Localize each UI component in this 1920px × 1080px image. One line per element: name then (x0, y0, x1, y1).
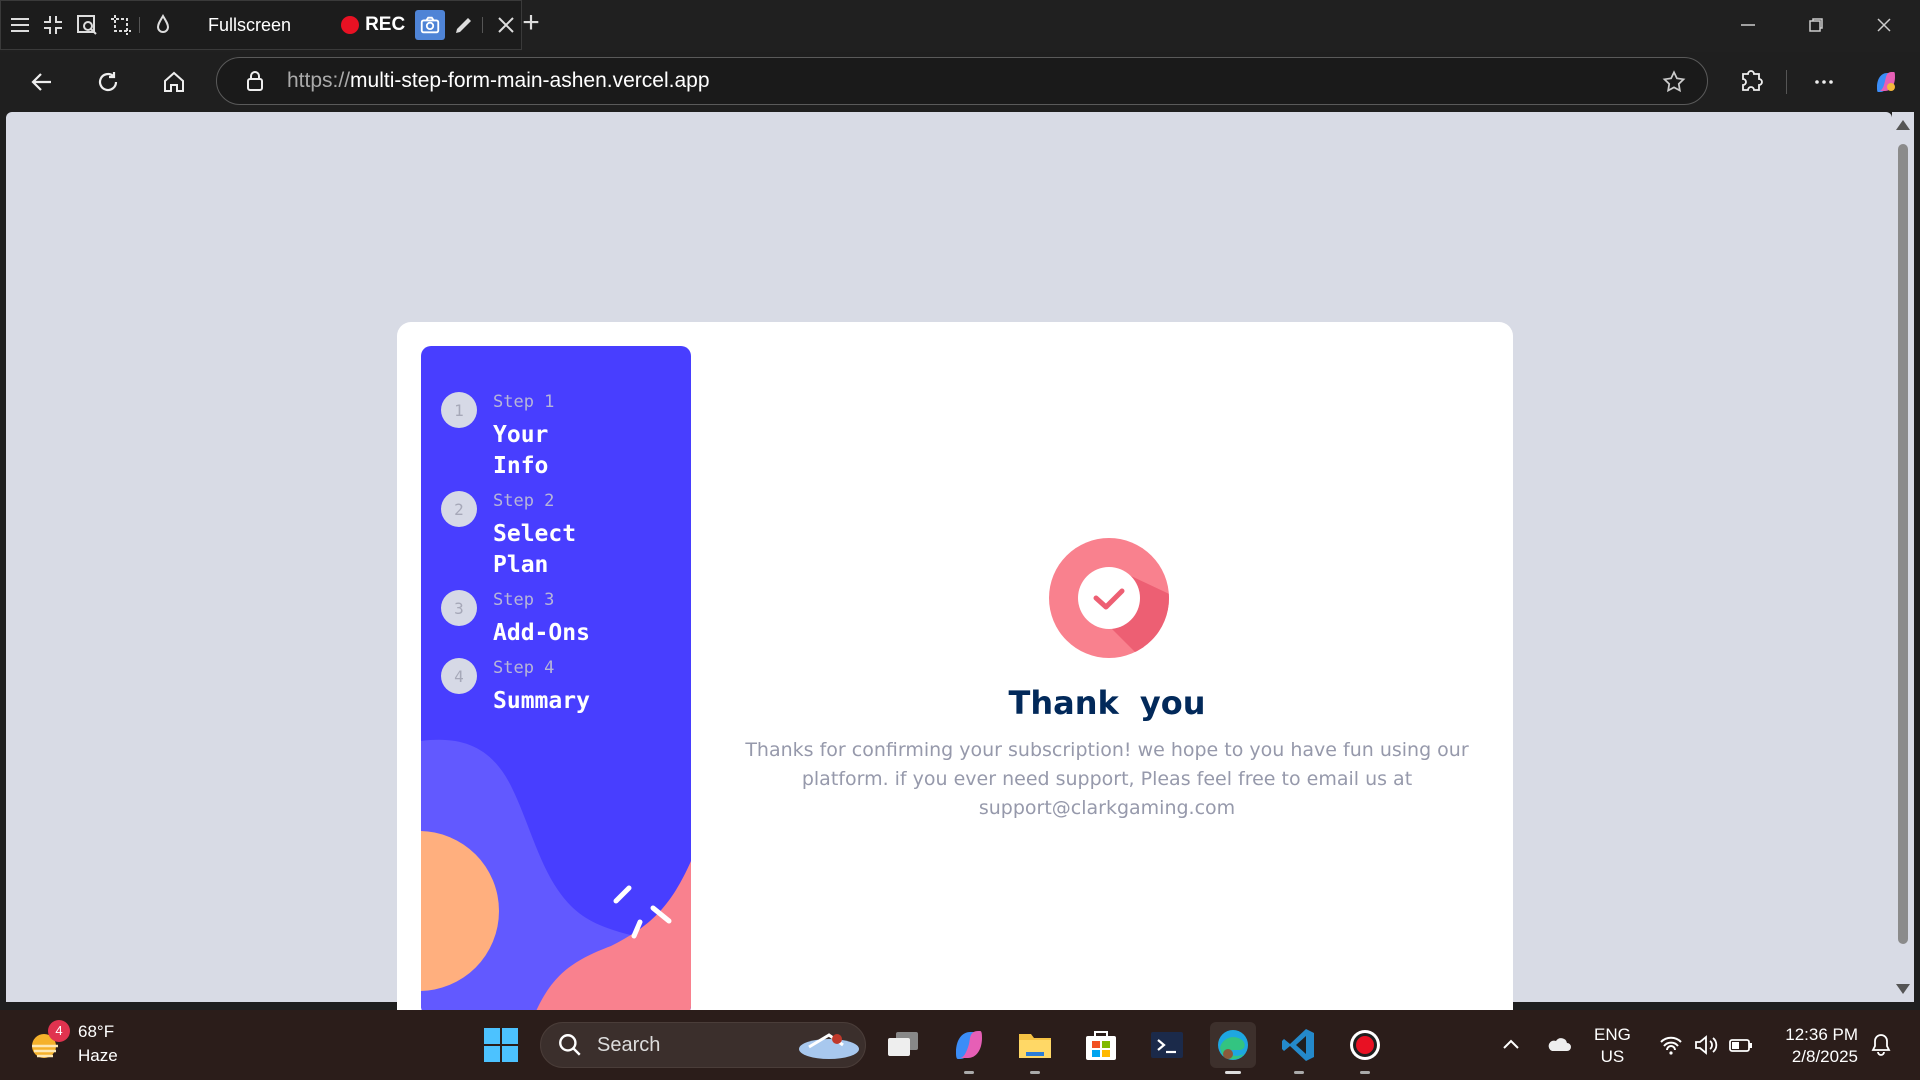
record-dot-icon (341, 16, 360, 34)
vscode-icon[interactable] (1276, 1022, 1322, 1074)
favorite-star-icon[interactable] (1661, 69, 1687, 95)
search-icon (559, 1034, 581, 1056)
extensions-icon[interactable] (1732, 62, 1772, 102)
screen-recorder-toolbar: Fullscreen REC (0, 0, 522, 50)
scrollbar-thumb[interactable] (1898, 144, 1908, 944)
language-code: ENG (1594, 1025, 1631, 1044)
weather-description: Haze (78, 1046, 118, 1065)
steps-sidebar: 1 Step 1 Your Info 2 Step 2 Select Plan … (421, 346, 691, 1016)
menu-icon[interactable] (5, 10, 35, 40)
copilot-app-icon[interactable] (946, 1022, 992, 1074)
step-label-1: Step 1 (493, 392, 555, 412)
microsoft-store-icon[interactable] (1078, 1022, 1124, 1068)
search-label: Search (597, 1033, 661, 1056)
crop-icon[interactable] (106, 10, 136, 40)
volume-icon[interactable] (1692, 1032, 1718, 1058)
restore-icon[interactable] (1796, 10, 1836, 40)
checkmark-icon (1049, 538, 1169, 658)
step-label-3: Step 3 (493, 590, 555, 610)
wifi-icon[interactable] (1658, 1032, 1684, 1058)
drop-icon[interactable] (148, 10, 178, 40)
haze-weather-icon: 4 (28, 1020, 70, 1062)
step-label-4: Step 4 (493, 658, 555, 678)
region-code: US (1600, 1047, 1625, 1066)
collapse-icon[interactable] (39, 10, 69, 40)
toolbar-divider (1786, 70, 1787, 94)
multi-step-form-card: 1 Step 1 Your Info 2 Step 2 Select Plan … (397, 322, 1513, 1040)
home-icon[interactable] (154, 62, 194, 102)
minimize-icon[interactable] (1728, 10, 1768, 40)
step-item-2: 2 Step 2 Select Plan (441, 479, 613, 581)
close-recorder-icon[interactable] (491, 10, 521, 40)
address-bar[interactable]: https://multi-step-form-main-ashen.verce… (216, 57, 1708, 105)
more-options-icon[interactable] (1804, 62, 1844, 102)
thank-you-heading: Thank you (1008, 684, 1206, 722)
task-view-icon[interactable] (880, 1022, 926, 1068)
step-number-2: 2 (441, 491, 477, 527)
weather-widget[interactable]: 4 68°F Haze (28, 1020, 118, 1068)
edge-browser-icon[interactable] (1210, 1022, 1256, 1074)
scroll-down-arrow-icon[interactable] (1896, 984, 1910, 994)
terminal-icon[interactable] (1144, 1022, 1190, 1068)
step-number-1: 1 (441, 392, 477, 428)
active-indicator (1225, 1071, 1241, 1074)
running-indicator (964, 1071, 974, 1074)
step-title-2: Select Plan (493, 521, 577, 578)
battery-icon[interactable] (1728, 1032, 1754, 1058)
close-window-icon[interactable] (1864, 10, 1904, 40)
system-clock[interactable]: 12:36 PM 2/8/2025 (1772, 1024, 1858, 1068)
step-title-1: Your Info (493, 422, 549, 479)
record-button[interactable]: REC (341, 14, 405, 36)
lock-icon[interactable] (243, 69, 267, 93)
step-item-4: 4 Step 4 Summary (441, 646, 673, 717)
copilot-icon[interactable] (1866, 62, 1906, 102)
windows-start-icon[interactable] (482, 1026, 520, 1064)
thank-you-panel: Thank you Thanks for confirming your sub… (727, 322, 1487, 1040)
running-indicator (1294, 1071, 1304, 1074)
page-viewport: 1 Step 1 Your Info 2 Step 2 Select Plan … (6, 112, 1892, 1040)
chevron-up-icon[interactable] (1498, 1032, 1524, 1058)
thank-you-message: Thanks for confirming your subscription!… (745, 739, 1469, 819)
refresh-icon[interactable] (88, 62, 128, 102)
step-title-4: Summary (493, 688, 590, 714)
back-arrow-icon[interactable] (22, 62, 62, 102)
url-scheme: https:// (287, 69, 351, 92)
windows-taskbar: 4 68°F Haze Search ENG US 12:36 PM 2/8/2… (0, 1010, 1920, 1080)
search-highlight-icon (799, 1033, 859, 1059)
toolbar-divider (139, 17, 141, 33)
browser-title-bar: Fullscreen REC + (0, 0, 1920, 52)
url-host: multi-step-form-main-ashen.vercel.app (350, 69, 710, 92)
browser-navigation-bar: https://multi-step-form-main-ashen.verce… (0, 52, 1920, 110)
toolbar-divider (482, 17, 484, 33)
notification-badge: 4 (48, 1020, 70, 1042)
step-label-2: Step 2 (493, 491, 555, 511)
region-zoom-icon[interactable] (72, 10, 102, 40)
onedrive-cloud-icon[interactable] (1546, 1032, 1572, 1058)
taskbar-search-box[interactable]: Search (540, 1022, 866, 1068)
new-tab-button[interactable]: + (518, 8, 544, 38)
record-label: REC (365, 14, 406, 35)
clock-time: 12:36 PM (1785, 1025, 1858, 1044)
clock-date: 2/8/2025 (1791, 1047, 1858, 1066)
url-text[interactable]: https://multi-step-form-main-ashen.verce… (287, 69, 710, 93)
running-indicator (1360, 1071, 1370, 1074)
scroll-up-arrow-icon[interactable] (1896, 120, 1910, 130)
step-number-3: 3 (441, 590, 477, 626)
step-title-3: Add-Ons (493, 620, 590, 646)
step-item-1: 1 Step 1 Your Info (441, 380, 613, 482)
fullscreen-button[interactable]: Fullscreen (208, 15, 291, 36)
page-scrollbar[interactable] (1892, 112, 1914, 1002)
screen-recorder-app-icon[interactable] (1342, 1022, 1388, 1074)
language-indicator[interactable]: ENG US (1594, 1024, 1631, 1068)
pen-icon[interactable] (449, 10, 479, 40)
running-indicator (1030, 1071, 1040, 1074)
notifications-bell-icon[interactable] (1868, 1032, 1894, 1058)
camera-icon[interactable] (415, 10, 445, 40)
step-item-3: 3 Step 3 Add-Ons (441, 578, 673, 649)
step-number-4: 4 (441, 658, 477, 694)
file-explorer-icon[interactable] (1012, 1022, 1058, 1074)
weather-temperature: 68°F (78, 1022, 115, 1041)
